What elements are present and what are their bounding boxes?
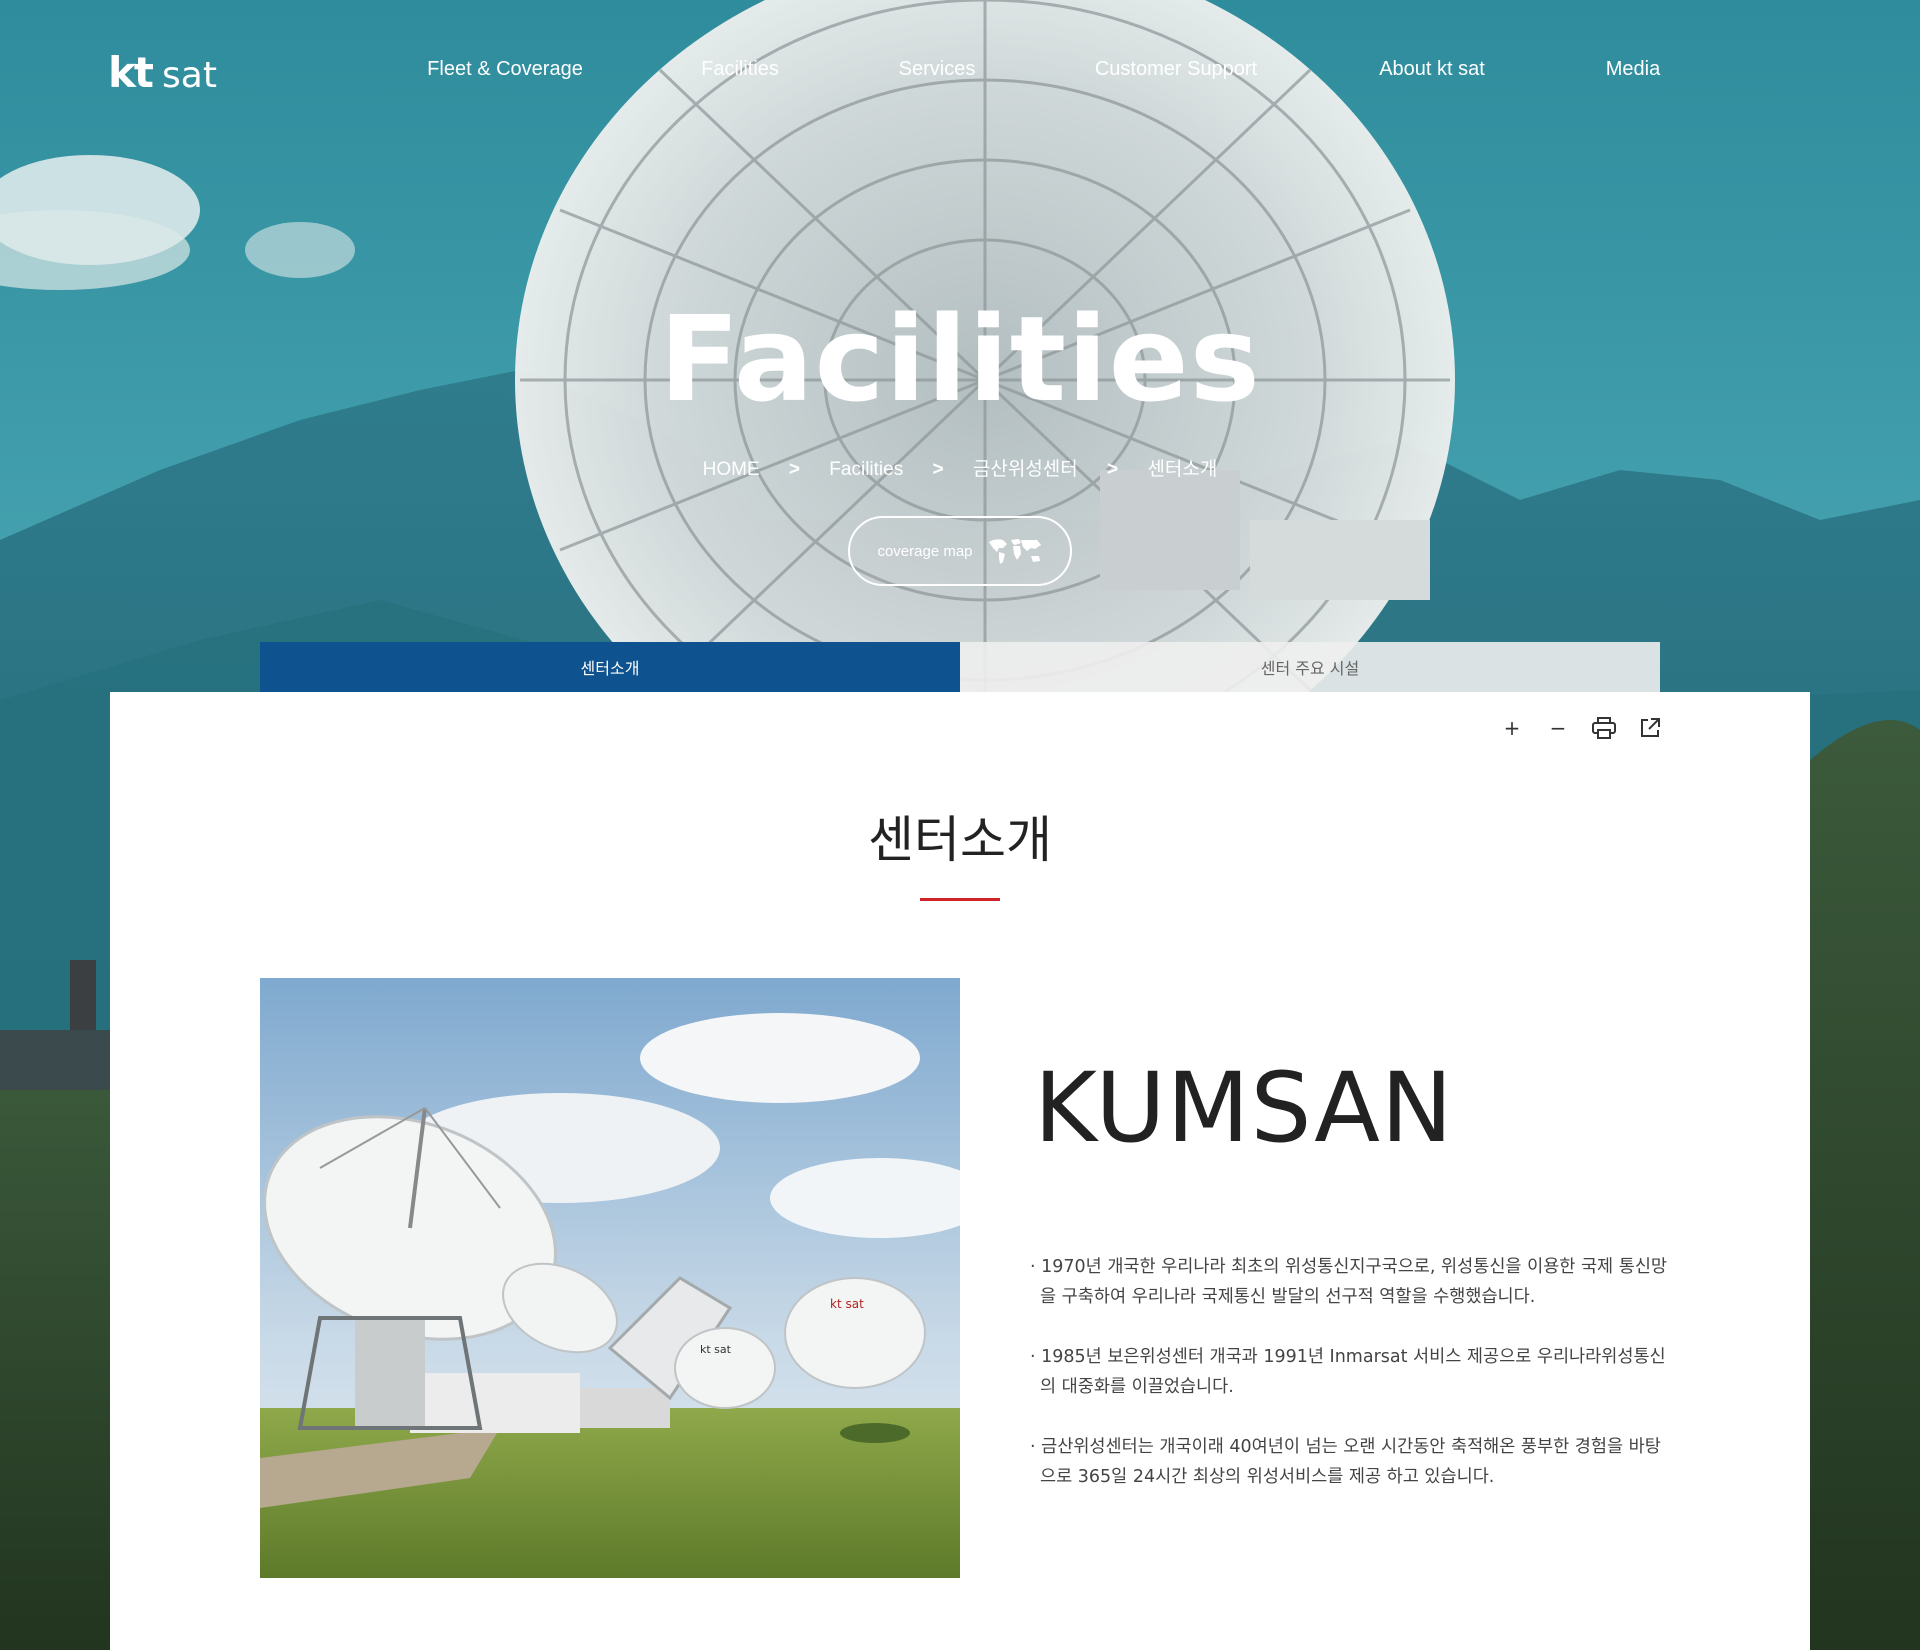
zoom-out-button[interactable]: − bbox=[1546, 716, 1570, 740]
kumsan-heading: KUMSAN bbox=[1034, 1052, 1454, 1164]
page-title: Facilities bbox=[659, 290, 1261, 428]
coverage-map-label: coverage map bbox=[877, 542, 973, 560]
satellite-dishes-illustration: kt sat kt sat bbox=[260, 978, 960, 1578]
share-button[interactable] bbox=[1638, 716, 1662, 740]
page-tools: + − bbox=[1500, 716, 1662, 740]
tab-center-intro[interactable]: 센터소개 bbox=[260, 642, 960, 692]
description-item: · 1985년 보은위성센터 개국과 1991년 Inmarsat 서비스 제공… bbox=[1030, 1347, 1666, 1397]
breadcrumb-facilities[interactable]: Facilities bbox=[829, 459, 903, 481]
breadcrumb-separator: > bbox=[1107, 459, 1119, 480]
breadcrumb-home[interactable]: HOME bbox=[703, 459, 760, 481]
external-link-icon bbox=[1641, 718, 1660, 737]
description-item: · 1970년 개국한 우리나라 최초의 위성통신지구국으로, 위성통신을 이용… bbox=[1030, 1257, 1668, 1307]
photo-dish-brand: kt sat bbox=[830, 1297, 864, 1311]
print-button[interactable] bbox=[1592, 716, 1616, 740]
nav-media[interactable]: Media bbox=[1606, 58, 1660, 81]
zoom-in-button[interactable]: + bbox=[1500, 716, 1524, 740]
kumsan-center-photo: kt sat kt sat bbox=[260, 978, 960, 1578]
main-nav: Fleet & Coverage Facilities Services Cus… bbox=[0, 58, 1920, 88]
center-description-list: · 1970년 개국한 우리나라 최초의 위성통신지구국으로, 위성통신을 이용… bbox=[1030, 1252, 1670, 1522]
nav-about-kt-sat[interactable]: About kt sat bbox=[1379, 58, 1485, 81]
title-divider bbox=[920, 898, 1000, 901]
print-icon bbox=[1592, 717, 1616, 739]
nav-customer-support[interactable]: Customer Support bbox=[1095, 58, 1257, 81]
breadcrumb-separator: > bbox=[932, 459, 944, 480]
nav-services[interactable]: Services bbox=[899, 58, 976, 81]
breadcrumb: HOME > Facilities > 금산위성센터 > 센터소개 bbox=[0, 454, 1920, 481]
world-map-icon bbox=[988, 539, 1041, 564]
nav-fleet-coverage[interactable]: Fleet & Coverage bbox=[427, 58, 583, 81]
content-panel: + − 센터소개 kt sat kt sat KUMSAN · 1970년 개국… bbox=[110, 692, 1810, 1650]
breadcrumb-separator: > bbox=[788, 459, 801, 480]
breadcrumb-kumsan-center[interactable]: 금산위성센터 bbox=[973, 454, 1078, 481]
breadcrumb-current: 센터소개 bbox=[1147, 459, 1218, 480]
description-item: · 금산위성센터는 개국이래 40여년이 넘는 오랜 시간동안 축적해온 풍부한… bbox=[1030, 1437, 1661, 1487]
nav-facilities[interactable]: Facilities bbox=[701, 58, 779, 81]
coverage-map-button[interactable]: coverage map bbox=[848, 516, 1072, 586]
section-title: 센터소개 bbox=[868, 811, 1052, 869]
photo-dish-brand: kt sat bbox=[700, 1343, 732, 1356]
tab-main-facilities[interactable]: 센터 주요 시설 bbox=[960, 642, 1660, 692]
